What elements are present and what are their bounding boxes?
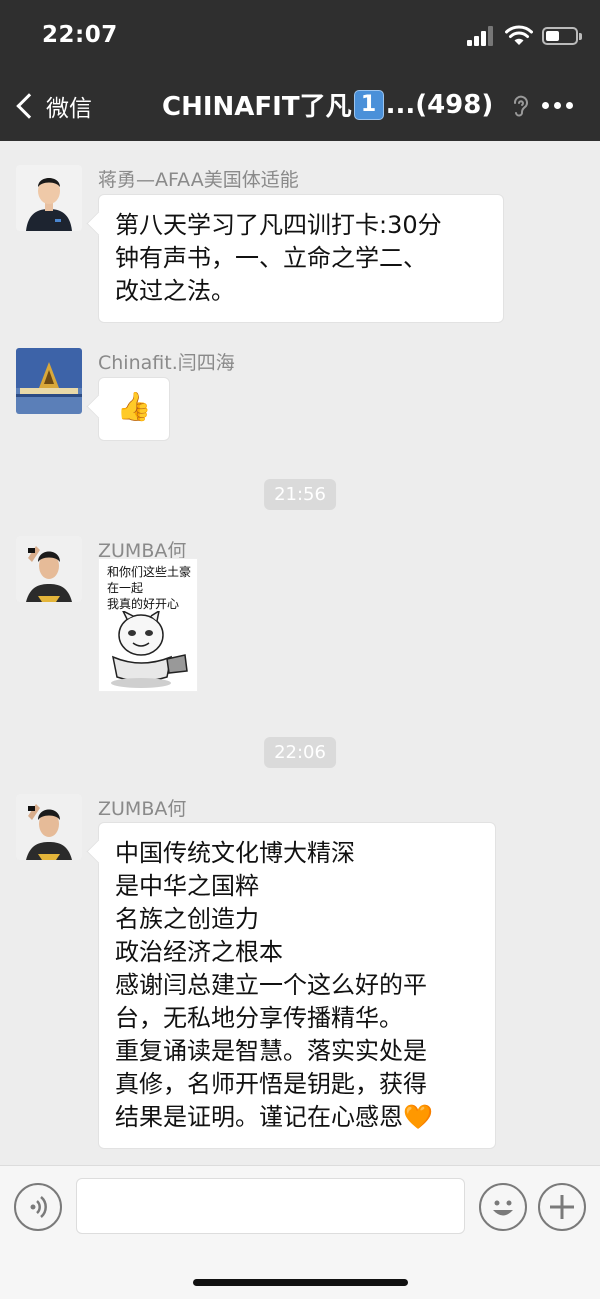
emoji-button[interactable] xyxy=(479,1183,527,1231)
avatar[interactable] xyxy=(16,348,82,414)
home-indicator xyxy=(193,1279,408,1286)
sender-name: Chinafit.闫四海 xyxy=(98,352,235,374)
sticker-caption: 和你们这些土豪 在一起 我真的好开心 xyxy=(107,564,191,612)
message-text-line: 第八天学习了凡四训打卡:30分 xyxy=(115,211,442,239)
message-text-line: 钟有声书，一、立命之学二、 xyxy=(115,244,427,272)
message-text-line: 结果是证明。谨记在心感恩🧡 xyxy=(115,1103,433,1131)
chat-title[interactable]: CHINAFIT了凡 1 ...(498) xyxy=(162,86,493,123)
message-item: ZUMBA何 和你们这些土豪 在一起 我真的好开心 xyxy=(16,536,596,696)
more-options-button[interactable] xyxy=(542,102,573,109)
input-bar xyxy=(0,1165,600,1299)
sender-name: ZUMBA何 xyxy=(98,798,187,820)
message-bubble[interactable]: 第八天学习了凡四训打卡:30分 钟有声书，一、立命之学二、 改过之法。 xyxy=(98,194,504,323)
message-text-line: 感谢闫总建立一个这么好的平 xyxy=(115,971,427,999)
more-functions-button[interactable] xyxy=(538,1183,586,1231)
back-label: 微信 xyxy=(46,96,92,122)
plus-icon xyxy=(550,1195,574,1219)
meme-face-illustration xyxy=(111,611,188,688)
message-text-line: 是中华之国粹 xyxy=(115,872,259,900)
dot-icon xyxy=(566,102,573,109)
message-item: ZUMBA何 中国传统文化博大精深 是中华之国粹 名族之创造力 政治经济之根本 … xyxy=(16,794,596,1164)
timestamp: 21:56 xyxy=(264,479,336,510)
message-text-line: 真修，名师开悟是钥匙，获得 xyxy=(115,1070,427,1098)
message-text-line: 名族之创造力 xyxy=(115,905,259,933)
emoji-icon xyxy=(493,1200,513,1216)
message-item: Chinafit.闫四海 👍 xyxy=(16,348,596,448)
keycap-one-emoji: 1 xyxy=(353,89,384,120)
chat-history[interactable]: 蒋勇—AFAA美国体适能 第八天学习了凡四训打卡:30分 钟有声书，一、立命之学… xyxy=(0,141,600,1165)
thumbs-up-emoji: 👍 xyxy=(116,390,152,423)
message-text-line: 重复诵读是智慧。落实实处是 xyxy=(115,1037,427,1065)
sender-name: 蒋勇—AFAA美国体适能 xyxy=(98,169,299,191)
message-bubble[interactable]: 中国传统文化博大精深 是中华之国粹 名族之创造力 政治经济之根本 感谢闫总建立一… xyxy=(98,822,496,1149)
avatar[interactable] xyxy=(16,165,82,231)
voice-icon xyxy=(30,1196,47,1218)
message-text-line: 改过之法。 xyxy=(115,277,235,305)
chevron-left-icon xyxy=(16,93,42,119)
avatar[interactable] xyxy=(16,536,82,602)
top-bar: 22:07 微信 CHINAFIT了凡 1 ...(498) xyxy=(0,0,600,141)
sticker-caption-line: 在一起 xyxy=(107,581,144,595)
timestamp: 22:06 xyxy=(264,737,336,768)
cellular-signal-icon xyxy=(467,26,495,46)
sticker-caption-line: 和你们这些土豪 xyxy=(107,565,192,579)
status-icons xyxy=(438,24,582,50)
chat-title-prefix: CHINAFIT了凡 xyxy=(162,92,352,122)
status-time: 22:07 xyxy=(42,22,118,48)
message-text-line: 中国传统文化博大精深 xyxy=(115,839,355,867)
meme-sticker[interactable]: 和你们这些土豪 在一起 我真的好开心 xyxy=(98,558,198,692)
message-input[interactable] xyxy=(76,1178,465,1234)
back-button[interactable]: 微信 xyxy=(14,88,92,124)
sticker-caption-line: 我真的好开心 xyxy=(107,597,180,611)
dot-icon xyxy=(554,102,561,109)
dot-icon xyxy=(542,102,549,109)
chat-title-suffix: ...(498) xyxy=(385,89,494,120)
message-item: 蒋勇—AFAA美国体适能 第八天学习了凡四训打卡:30分 钟有声书，一、立命之学… xyxy=(16,165,596,335)
emoji-bubble[interactable]: 👍 xyxy=(98,377,170,441)
message-text-line: 政治经济之根本 xyxy=(115,938,283,966)
voice-button[interactable] xyxy=(14,1183,62,1231)
wifi-icon xyxy=(505,25,533,45)
message-text-line: 台，无私地分享传播精华。 xyxy=(115,1004,403,1032)
ear-icon xyxy=(514,95,528,117)
battery-icon xyxy=(542,27,582,45)
avatar[interactable] xyxy=(16,794,82,860)
